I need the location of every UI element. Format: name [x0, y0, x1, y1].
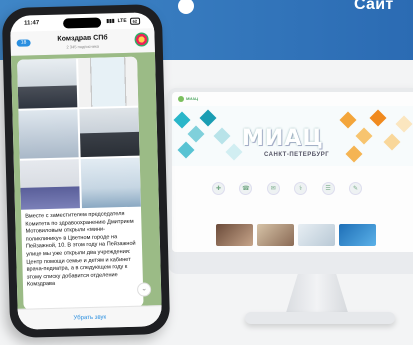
news-thumbnail[interactable] — [216, 224, 253, 246]
decorative-dot — [178, 0, 194, 14]
service-icon[interactable]: ✎ — [348, 182, 362, 195]
channel-post: Вместе с заместителем председателя Комит… — [17, 56, 144, 310]
service-icon[interactable]: ⚕ — [294, 182, 308, 195]
service-icons: ✚ ☎ ✉ ⚕ ☰ ✎ — [212, 182, 362, 195]
site-hero: МИАЦ САНКТ-ПЕТЕРБУРГ — [172, 106, 413, 166]
post-photo[interactable] — [19, 159, 80, 210]
service-icon[interactable]: ☎ — [239, 182, 253, 195]
post-photo[interactable] — [79, 107, 140, 158]
chat-subtitle: 2 345 подписчика — [66, 43, 100, 50]
status-time: 11:47 — [24, 20, 40, 27]
hero-title: МИАЦ — [242, 126, 324, 151]
monitor-stand-base — [245, 312, 395, 324]
site-nav — [172, 92, 413, 106]
post-photo[interactable] — [78, 56, 139, 107]
news-thumbnail[interactable] — [298, 224, 335, 246]
post-photo[interactable] — [18, 108, 79, 160]
service-icon[interactable]: ✚ — [212, 182, 225, 195]
signal-icon: ▮▮▮ — [106, 18, 115, 25]
monitor-stand — [285, 274, 349, 316]
photo-grid — [17, 56, 141, 210]
dynamic-island — [63, 17, 102, 29]
post-photo[interactable] — [80, 157, 141, 209]
monitor-chin — [168, 252, 413, 274]
banner-title: Сайт — [354, 0, 394, 13]
mute-button[interactable]: Убрать звук — [17, 305, 163, 330]
news-thumbnail[interactable] — [339, 224, 376, 246]
service-icon[interactable]: ✉ — [266, 182, 280, 195]
battery-icon: 62 — [129, 17, 141, 25]
network-label: LTE — [117, 17, 127, 25]
news-thumbnail[interactable] — [257, 224, 294, 246]
post-text: Вместе с заместителем председателя Комит… — [25, 211, 136, 288]
phone: 11:47 ▮▮▮ LTE 62 18 Комздрав СПб 2 345 п… — [1, 3, 171, 339]
news-strip — [216, 224, 376, 246]
hero-subtitle: САНКТ-ПЕТЕРБУРГ — [264, 152, 330, 158]
post-photo[interactable] — [17, 58, 78, 109]
phone-screen: 11:47 ▮▮▮ LTE 62 18 Комздрав СПб 2 345 п… — [9, 12, 163, 330]
service-icon[interactable]: ☰ — [321, 182, 335, 195]
monitor-screen: МИАЦ МИАЦ САНКТ-ПЕТЕРБУРГ ✚ ☎ ✉ ⚕ ☰ ✎ — [168, 88, 413, 256]
